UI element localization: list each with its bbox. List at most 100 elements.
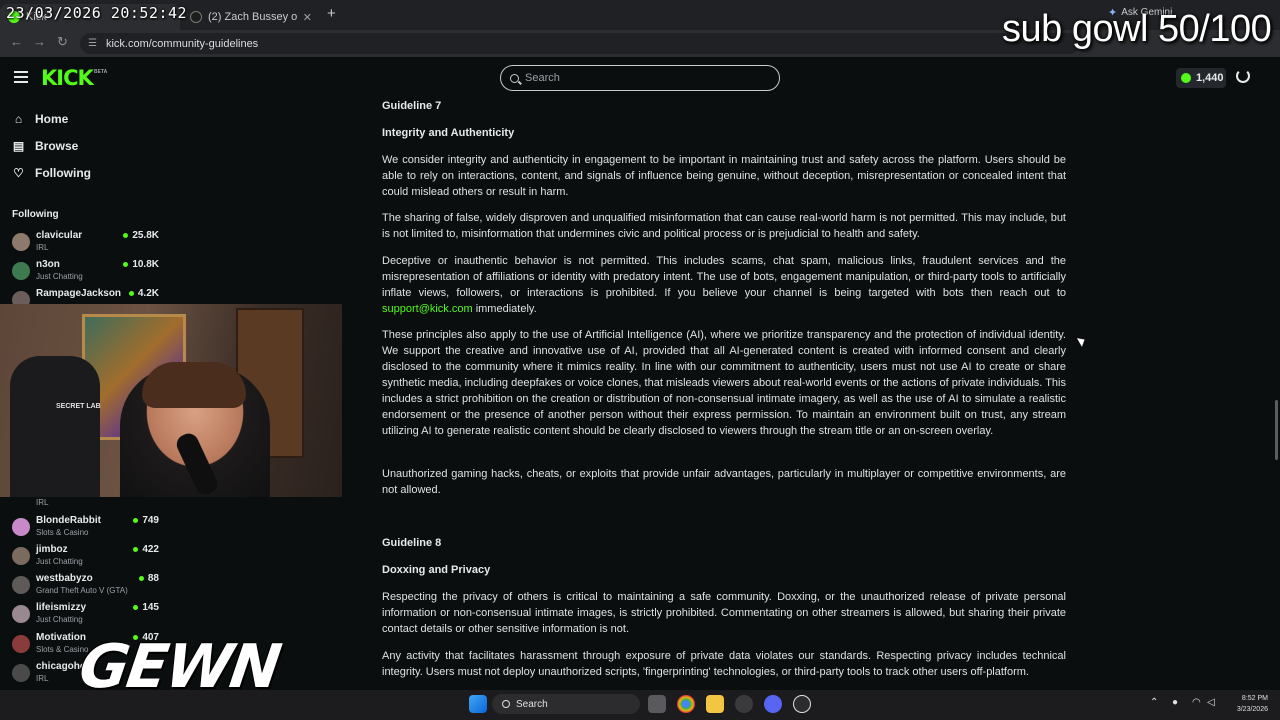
channel-name: Motivation (36, 632, 86, 643)
tab-label: (2) Zach Bussey on X: "Kick ... (208, 11, 297, 23)
channel-category: Slots & Casino (36, 645, 89, 654)
points-value: 1,440 (1196, 72, 1224, 84)
channel-item[interactable]: n3on Just Chatting 10.8K (12, 258, 162, 286)
guideline-7-title: Integrity and Authenticity (382, 127, 515, 139)
address-bar[interactable]: ☰ kick.com/community-guidelines (80, 33, 1080, 54)
sidebar-item-label: Home (35, 112, 69, 126)
chair-logo: SECRET LAB (56, 403, 101, 410)
guideline-7-number: Guideline 7 (382, 100, 442, 112)
viewer-count: 25.8K (123, 230, 159, 241)
live-dot-icon (123, 233, 129, 238)
kick-logo[interactable]: KICK (41, 66, 94, 90)
live-dot-icon (123, 262, 129, 267)
tray-chevron-icon[interactable]: ⌃ (1150, 697, 1158, 708)
channel-category: Grand Theft Auto V (GTA) (36, 586, 128, 595)
guideline-8-title: Doxxing and Privacy (382, 564, 491, 576)
channel-name: RampageJackson (36, 288, 122, 299)
close-tab-icon[interactable]: ✕ (303, 11, 312, 24)
user-menu-icon[interactable] (1236, 69, 1250, 83)
taskbar-date: 3/23/2026 (1236, 706, 1268, 713)
stream-timestamp: 23/03/2026 20:52:42 (6, 4, 188, 22)
kick-points-badge[interactable]: 1,440 (1176, 68, 1226, 88)
viewer-count-value: 749 (142, 515, 159, 526)
viewer-count-value: 10.8K (132, 259, 159, 270)
viewer-count: 10.8K (123, 259, 159, 270)
live-dot-icon (128, 291, 134, 296)
file-explorer-icon[interactable] (706, 695, 724, 713)
avatar (12, 635, 30, 653)
task-view-icon[interactable] (648, 695, 666, 713)
viewer-count: 422 (133, 544, 159, 555)
windows-start-icon[interactable] (469, 695, 487, 713)
webcam-chair (10, 356, 100, 497)
browse-icon: ▤ (12, 138, 25, 153)
new-tab-button[interactable]: + (327, 5, 336, 22)
channel-name: BlondeRabbit (36, 515, 101, 526)
sidebar-item-following[interactable]: ♡ Following (12, 166, 91, 180)
live-dot-icon (133, 518, 139, 523)
viewer-count-value: 4.2K (137, 288, 159, 299)
page-scrollbar[interactable] (1275, 400, 1278, 460)
site-info-icon[interactable]: ☰ (88, 38, 97, 49)
volume-icon[interactable]: ◁ (1207, 697, 1215, 708)
avatar (12, 547, 30, 565)
avatar (12, 664, 30, 682)
channel-item[interactable]: lifeismizzy Just Chatting 145 (12, 601, 162, 629)
browser-tab-x[interactable]: (2) Zach Bussey on X: "Kick ... ✕ (182, 4, 320, 30)
clock-app-icon[interactable] (793, 695, 811, 713)
viewer-count: 4.2K (128, 288, 159, 299)
channel-item[interactable]: jimboz Just Chatting 422 (12, 543, 162, 571)
channel-category: Just Chatting (36, 557, 83, 566)
taskbar-search-label: Search (516, 698, 548, 710)
microphone-tray-icon[interactable]: ● (1172, 697, 1178, 708)
x-favicon-icon (190, 11, 202, 23)
back-icon[interactable]: ← (10, 34, 23, 49)
following-section-title: Following (12, 209, 59, 220)
channel-item[interactable]: BlondeRabbit Slots & Casino 749 (12, 514, 162, 542)
channel-name: westbabyzo (36, 573, 93, 584)
chrome-icon[interactable] (677, 695, 695, 713)
channel-name: n3on (36, 259, 60, 270)
menu-icon[interactable] (14, 71, 28, 83)
viewer-count: 145 (133, 602, 159, 613)
search-placeholder: Search (525, 72, 560, 84)
search-input[interactable]: Search (500, 65, 780, 91)
webcam-overlay: SECRET LAB (0, 304, 342, 497)
taskbar-search[interactable]: Search (492, 694, 640, 714)
home-icon: ⌂ (14, 111, 23, 126)
live-dot-icon (138, 576, 144, 581)
guideline-8-paragraph-1: Respecting the privacy of others is crit… (382, 591, 1066, 635)
taskbar-time: 8:52 PM (1241, 695, 1268, 702)
guideline-8-number: Guideline 8 (382, 537, 442, 549)
wifi-icon[interactable]: ◠ (1192, 697, 1201, 708)
viewer-count: 88 (138, 573, 159, 584)
sidebar-item-browse[interactable]: ▤ Browse (12, 138, 79, 153)
viewer-count-value: 145 (142, 602, 159, 613)
channel-category: Slots & Casino (36, 528, 89, 537)
webcam-streamer-hair (142, 362, 246, 408)
channel-category: Just Chatting (36, 272, 83, 281)
taskbar-clock[interactable]: 8:52 PM 3/23/2026 (1224, 693, 1268, 715)
forward-icon[interactable]: → (33, 34, 46, 49)
channel-name: jimboz (36, 544, 68, 555)
paragraph-text-end: immediately. (472, 303, 537, 315)
channel-item[interactable]: clavicular IRL 25.8K (12, 229, 162, 257)
channel-category: Just Chatting (36, 615, 83, 624)
channel-item[interactable]: westbabyzo Grand Theft Auto V (GTA) 88 (12, 572, 162, 600)
paragraph-text: Deceptive or inauthentic behavior is not… (382, 255, 1066, 299)
guideline-7-paragraph-3: Deceptive or inauthentic behavior is not… (382, 253, 1066, 317)
reload-icon[interactable]: ↻ (57, 34, 68, 50)
discord-icon[interactable] (764, 695, 782, 713)
channel-category: IRL (36, 498, 49, 507)
live-dot-icon (133, 547, 139, 552)
search-icon (510, 73, 519, 83)
obs-icon[interactable] (735, 695, 753, 713)
channel-category: IRL (36, 674, 49, 683)
guideline-7-paragraph-4: These principles also apply to the use o… (382, 329, 1066, 437)
sub-goal-overlay: sub gowl 50/100 (1002, 8, 1272, 50)
heart-icon: ♡ (13, 165, 24, 180)
support-email-link[interactable]: support@kick.com (382, 303, 473, 315)
live-dot-icon (133, 605, 139, 610)
points-coin-icon (1181, 73, 1191, 83)
sidebar-item-home[interactable]: ⌂ Home (12, 112, 68, 126)
